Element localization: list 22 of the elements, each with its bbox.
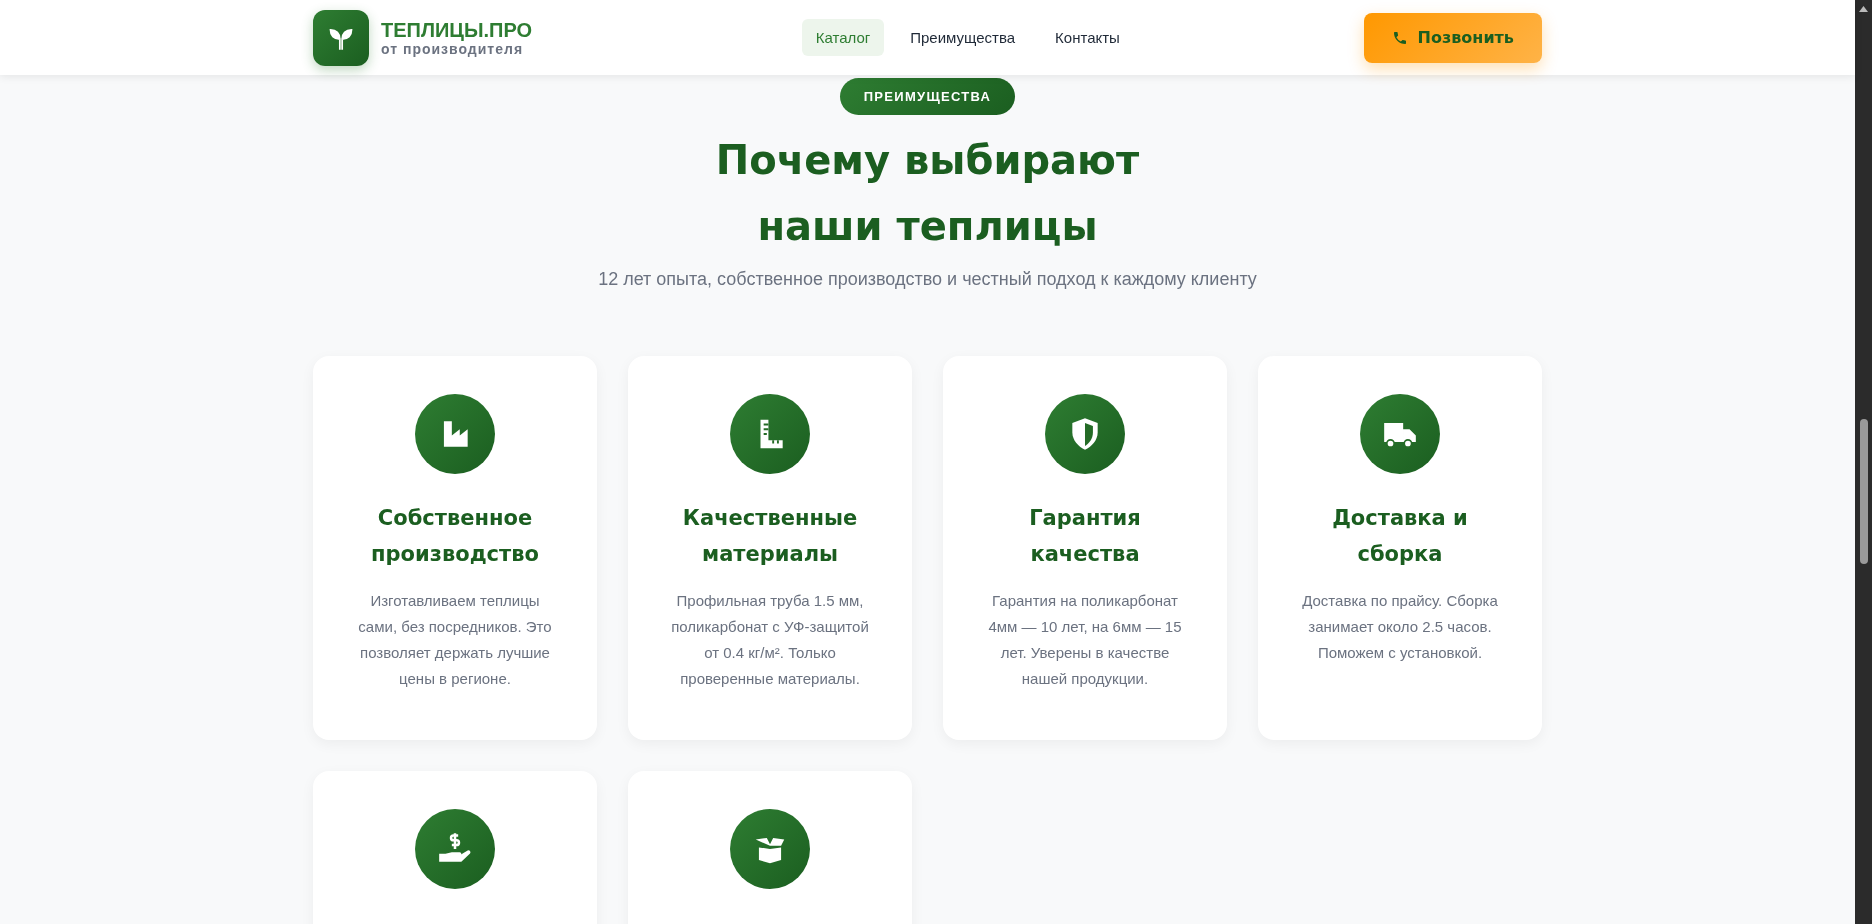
nav-link[interactable]: Каталог — [801, 19, 885, 56]
nav-link[interactable]: Контакты — [1041, 19, 1134, 56]
call-button[interactable]: Позвонить — [1363, 12, 1542, 63]
logo-mark[interactable] — [313, 9, 369, 66]
logo-subtitle: от производителя — [381, 40, 524, 57]
logo-title: ТЕПЛИЦЫ.ПРО — [381, 18, 533, 41]
section-subtitle: 12 лет опыта, собственное производство и честный подход к каждому клиенту — [598, 269, 1257, 290]
feature-description: Профильная труба 1.5 мм, поликарбонат с УФ-защитой от 0.4 кг/м². Только проверенные материалы. — [670, 591, 870, 689]
scrollbar-thumb[interactable] — [1859, 419, 1868, 564]
feature-title: Собственное производство — [370, 505, 540, 568]
section-title: Почему выбирают наши теплицы — [714, 136, 1141, 251]
feature-description: Доставка по прайсу. Сборка занимает около 2.5 часов. Поможем с установкой. — [1301, 591, 1499, 663]
scrollbar[interactable] — [1855, 0, 1872, 924]
nav-link[interactable]: Преимущества — [896, 19, 1030, 56]
feature-title: Доставка и сборка — [1331, 505, 1469, 568]
scroll-up-icon[interactable] — [1858, 4, 1869, 14]
feature-description: Гарантия на поликарбонат 4мм — 10 лет, на 6мм — 15 лет. Уверены в качестве нашей продукции. — [987, 591, 1183, 689]
phone-icon — [1391, 29, 1408, 46]
feature-title: Качественные материалы — [681, 505, 859, 568]
feature-description: Изготавливаем теплицы сами, без посредников. Это позволяет держать лучшие цены в регионе. — [357, 591, 553, 689]
feature-title: Гарантия качества — [1028, 505, 1142, 568]
section-badge: ПРЕИМУЩЕСТВА — [839, 78, 1016, 115]
